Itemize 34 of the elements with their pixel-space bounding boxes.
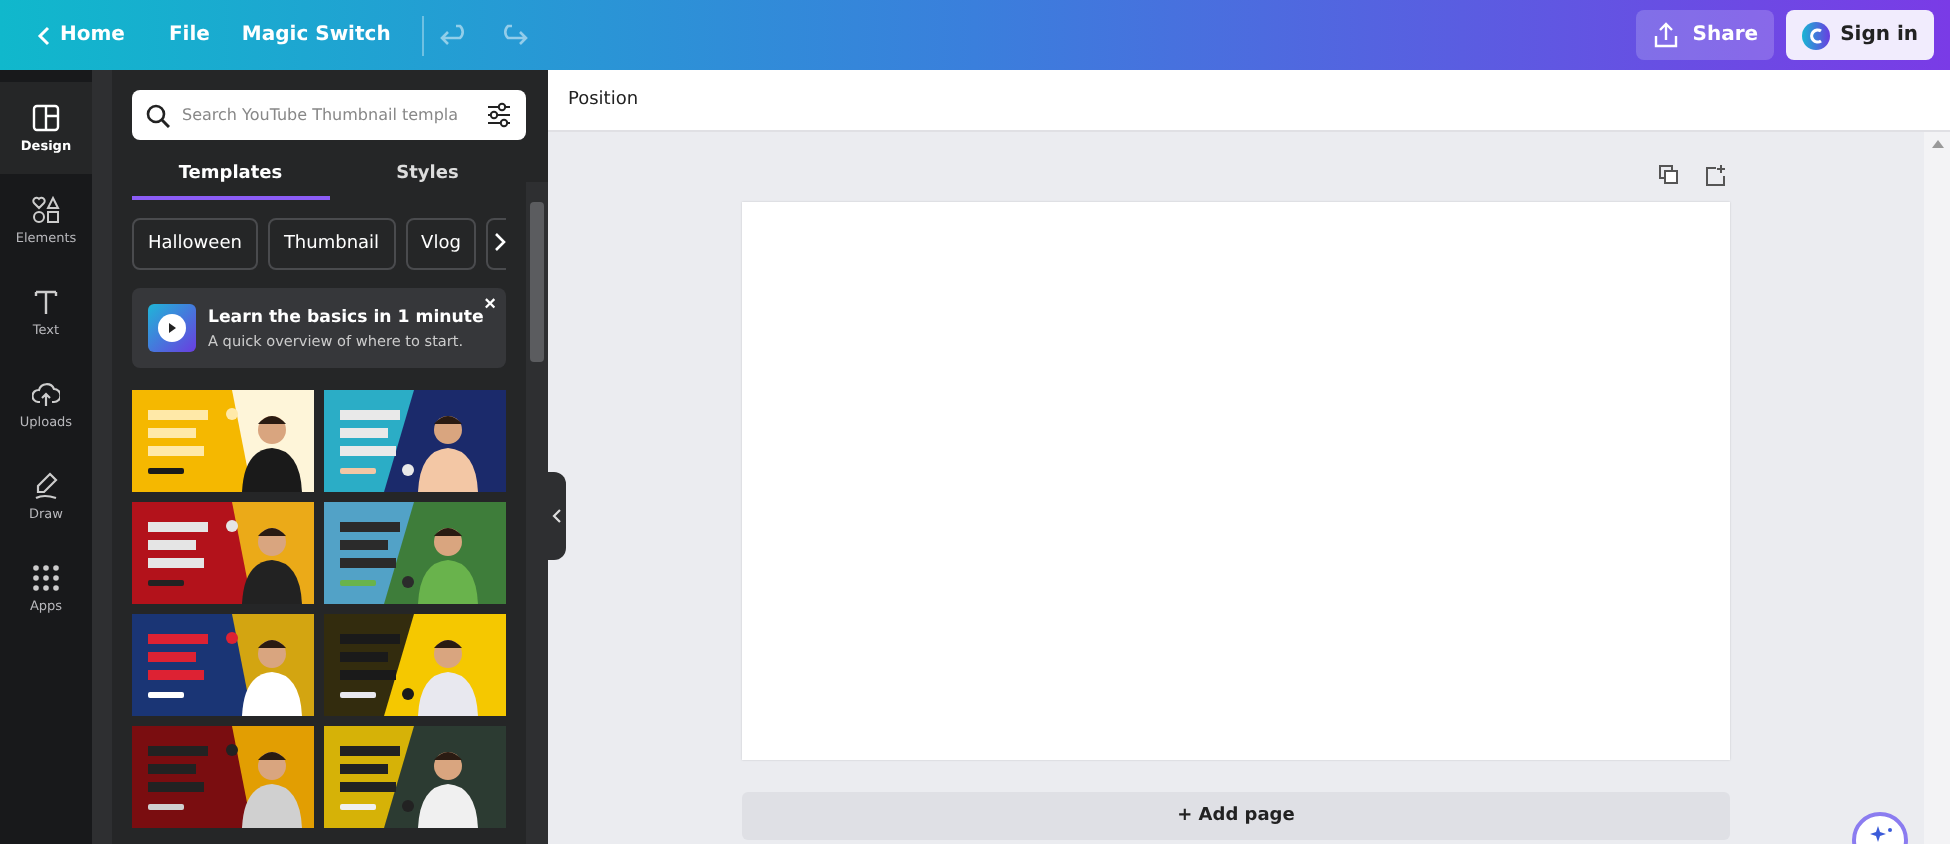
- scrollbar-thumb[interactable]: [530, 202, 544, 362]
- next-button[interactable]: [486, 218, 506, 270]
- category-chip[interactable]: Vlog: [405, 218, 477, 270]
- add-icon[interactable]: [1704, 164, 1726, 186]
- scroll-up-icon[interactable]: [1931, 140, 1943, 148]
- close-button[interactable]: ×: [484, 294, 496, 316]
- text-icon: [32, 287, 60, 315]
- card-title: Learn the basics in 1 minute: [208, 307, 484, 327]
- category-chip[interactable]: Thumbnail: [267, 218, 396, 270]
- sparkle-icon: [1868, 826, 1892, 842]
- chevron-icon: [552, 508, 562, 524]
- filter-icon[interactable]: [486, 102, 512, 128]
- grid-icon: [32, 563, 60, 591]
- layout-icon: [32, 103, 60, 131]
- share-button[interactable]: Share: [1636, 10, 1775, 60]
- play-icon: [148, 304, 196, 352]
- chevron-icon: [494, 231, 506, 251]
- duplicate-icon[interactable]: [1658, 164, 1680, 186]
- back-icon: [36, 25, 52, 45]
- panel-tab[interactable]: Templates: [132, 150, 329, 200]
- sign-in-button[interactable]: Sign in: [1786, 10, 1934, 60]
- category-chip[interactable]: Halloween: [132, 218, 258, 270]
- shapes-icon: [32, 195, 60, 223]
- pen-icon: [32, 471, 60, 499]
- add-page-button[interactable]: + Add page: [742, 792, 1730, 840]
- upload-icon: [32, 379, 60, 407]
- position-button[interactable]: Position: [568, 90, 639, 110]
- search-field[interactable]: Search YouTube Thumbnail templa: [132, 90, 526, 140]
- search-icon: [146, 103, 170, 127]
- logo-icon: [1802, 21, 1831, 49]
- upload-icon: [1652, 22, 1681, 48]
- search-input[interactable]: Search YouTube Thumbnail templa: [182, 106, 474, 124]
- collapse-handle[interactable]: [548, 472, 566, 560]
- panel-tab[interactable]: Styles: [329, 150, 526, 200]
